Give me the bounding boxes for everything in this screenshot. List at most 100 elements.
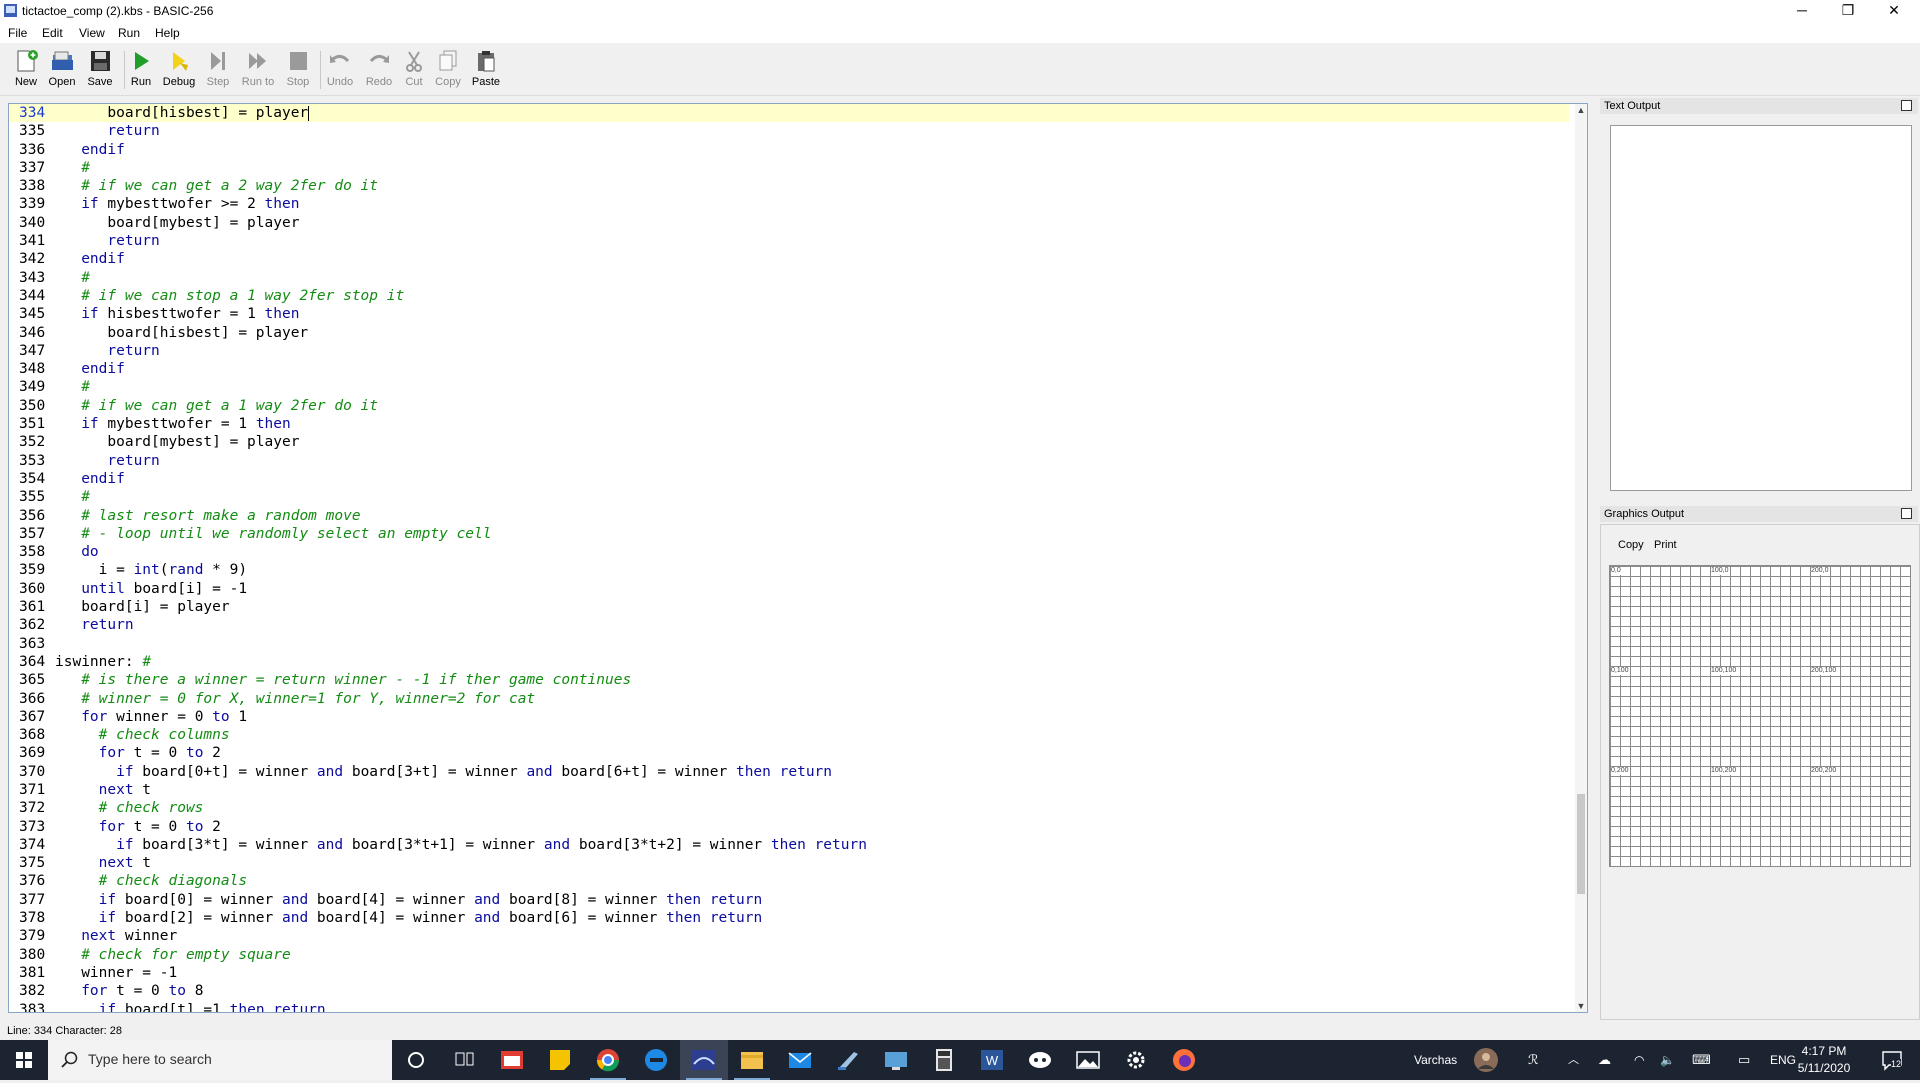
code-line[interactable]: 378 if board[2] = winner and board[4] = … — [9, 909, 1569, 927]
code-line[interactable]: 346 board[hisbest] = player — [9, 324, 1569, 342]
code-line[interactable]: 335 return — [9, 122, 1569, 140]
taskbar-app-chrome[interactable] — [584, 1040, 632, 1080]
code-line[interactable]: 354 endif — [9, 470, 1569, 488]
graphics-canvas[interactable]: 0,0 100,0 200,0 0,100 100,100 200,100 0,… — [1609, 565, 1911, 867]
code-line[interactable]: 345 if hisbesttwofer = 1 then — [9, 305, 1569, 323]
code-line[interactable]: 337 # — [9, 159, 1569, 177]
code-line[interactable]: 379 next winner — [9, 927, 1569, 945]
code-line[interactable]: 343 # — [9, 269, 1569, 287]
code-line[interactable]: 361 board[i] = player — [9, 598, 1569, 616]
code-line[interactable]: 339 if mybesttwofer >= 2 then — [9, 195, 1569, 213]
code-line[interactable]: 359 i = int(rand * 9) — [9, 561, 1569, 579]
code-line[interactable]: 368 # check columns — [9, 726, 1569, 744]
stop-button[interactable]: Stop — [278, 47, 318, 93]
run-button[interactable]: Run — [121, 47, 161, 93]
code-line[interactable]: 376 # check diagonals — [9, 872, 1569, 890]
taskbar-app-basic256[interactable] — [680, 1040, 728, 1080]
taskbar-search-box[interactable]: Type here to search — [48, 1040, 392, 1080]
show-hidden-icons-icon[interactable]: ︿ — [1568, 1040, 1579, 1080]
notification-center-button[interactable]: 12 — [1880, 1049, 1904, 1071]
code-line[interactable]: 366 # winner = 0 for X, winner=1 for Y, … — [9, 690, 1569, 708]
undock-icon[interactable] — [1901, 100, 1912, 111]
code-line[interactable]: 374 if board[3*t] = winner and board[3*t… — [9, 836, 1569, 854]
code-line[interactable]: 380 # check for empty square — [9, 946, 1569, 964]
code-line[interactable]: 338 # if we can get a 2 way 2fer do it — [9, 177, 1569, 195]
open-button[interactable]: Open — [42, 47, 82, 93]
code-line[interactable]: 347 return — [9, 342, 1569, 360]
code-line[interactable]: 357 # - loop until we randomly select an… — [9, 525, 1569, 543]
copy-button[interactable]: Copy — [428, 47, 468, 93]
onedrive-icon[interactable]: ☁ — [1598, 1040, 1611, 1080]
code-line[interactable]: 355 # — [9, 488, 1569, 506]
taskbar-app-settings[interactable] — [1112, 1040, 1160, 1080]
code-line[interactable]: 369 for t = 0 to 2 — [9, 744, 1569, 762]
code-line[interactable]: 371 next t — [9, 781, 1569, 799]
taskbar-app-paint[interactable] — [824, 1040, 872, 1080]
restore-button[interactable]: ❐ — [1825, 0, 1871, 22]
wifi-icon[interactable]: ◠ — [1634, 1040, 1644, 1080]
taskbar-app-mail[interactable] — [776, 1040, 824, 1080]
code-line[interactable]: 340 board[mybest] = player — [9, 214, 1569, 232]
code-line[interactable]: 364 iswinner: # — [9, 653, 1569, 671]
code-line[interactable]: 358 do — [9, 543, 1569, 561]
taskbar-app-file-explorer[interactable] — [728, 1040, 776, 1080]
taskbar-app-edge[interactable] — [632, 1040, 680, 1080]
taskbar-app-sticky-notes[interactable] — [536, 1040, 584, 1080]
menu-file[interactable]: File — [8, 26, 27, 40]
code-line[interactable]: 381 winner = -1 — [9, 964, 1569, 982]
cortana-button[interactable] — [392, 1040, 440, 1080]
scrollbar-thumb[interactable] — [1577, 794, 1585, 894]
code-line[interactable]: 360 until board[i] = -1 — [9, 580, 1569, 598]
code-line[interactable]: 342 endif — [9, 250, 1569, 268]
undock-icon[interactable] — [1901, 508, 1912, 519]
code-line[interactable]: 353 return — [9, 452, 1569, 470]
taskbar-app-game[interactable] — [1016, 1040, 1064, 1080]
code-line[interactable]: 348 endif — [9, 360, 1569, 378]
scroll-up-icon[interactable]: ▲ — [1575, 104, 1587, 116]
code-line[interactable]: 334 board[hisbest] = player — [9, 104, 1569, 123]
menu-view[interactable]: View — [79, 26, 105, 40]
new-button[interactable]: New — [6, 47, 46, 93]
taskbar-app-calendar[interactable] — [488, 1040, 536, 1080]
code-line[interactable]: 365 # is there a winner = return winner … — [9, 671, 1569, 689]
user-avatar[interactable] — [1474, 1048, 1498, 1072]
taskbar-app-photos[interactable] — [1064, 1040, 1112, 1080]
code-line[interactable]: 373 for t = 0 to 2 — [9, 818, 1569, 836]
code-line[interactable]: 336 endif — [9, 141, 1569, 159]
code-line[interactable]: 349 # — [9, 378, 1569, 396]
code-line[interactable]: 375 next t — [9, 854, 1569, 872]
taskbar-app-calculator[interactable] — [920, 1040, 968, 1080]
code-line[interactable]: 350 # if we can get a 1 way 2fer do it — [9, 397, 1569, 415]
undo-button[interactable]: Undo — [320, 47, 360, 93]
code-line[interactable]: 356 # last resort make a random move — [9, 507, 1569, 525]
code-line[interactable]: 382 for t = 0 to 8 — [9, 982, 1569, 1000]
taskbar-app-remote[interactable] — [872, 1040, 920, 1080]
code-line[interactable]: 383 if board[t] =1 then return — [9, 1001, 1569, 1012]
taskbar-app-word[interactable]: W — [968, 1040, 1016, 1080]
people-icon[interactable]: ℛ — [1528, 1040, 1538, 1080]
menu-help[interactable]: Help — [155, 26, 180, 40]
task-view-button[interactable] — [440, 1040, 488, 1080]
menu-run[interactable]: Run — [118, 26, 140, 40]
code-editor[interactable]: 334 board[hisbest] = player 335 return 336… — [8, 103, 1588, 1013]
keyboard-icon[interactable]: ⌨ — [1692, 1040, 1711, 1080]
code-line[interactable]: 344 # if we can stop a 1 way 2fer stop i… — [9, 287, 1569, 305]
volume-icon[interactable]: 🔈 — [1660, 1040, 1675, 1080]
save-button[interactable]: Save — [80, 47, 120, 93]
code-line[interactable]: 367 for winner = 0 to 1 — [9, 708, 1569, 726]
taskbar-clock[interactable]: 4:17 PM 5/11/2020 — [1788, 1043, 1860, 1077]
close-button[interactable]: ✕ — [1871, 0, 1917, 22]
step-button[interactable]: Step — [198, 47, 238, 93]
run-to-button[interactable]: Run to — [238, 47, 278, 93]
menu-edit[interactable]: Edit — [42, 26, 63, 40]
scroll-down-icon[interactable]: ▼ — [1575, 1000, 1587, 1012]
minimize-button[interactable]: ─ — [1779, 0, 1825, 22]
start-button[interactable] — [0, 1040, 48, 1080]
code-line[interactable]: 351 if mybesttwofer = 1 then — [9, 415, 1569, 433]
text-output-area[interactable] — [1610, 125, 1912, 491]
editor-vertical-scrollbar[interactable]: ▲ ▼ — [1575, 104, 1587, 1012]
code-line[interactable]: 363 — [9, 635, 1569, 653]
graphics-copy-button[interactable]: Copy — [1618, 539, 1644, 551]
taskbar-user-name[interactable]: Varchas — [1414, 1040, 1457, 1080]
code-line[interactable]: 341 return — [9, 232, 1569, 250]
